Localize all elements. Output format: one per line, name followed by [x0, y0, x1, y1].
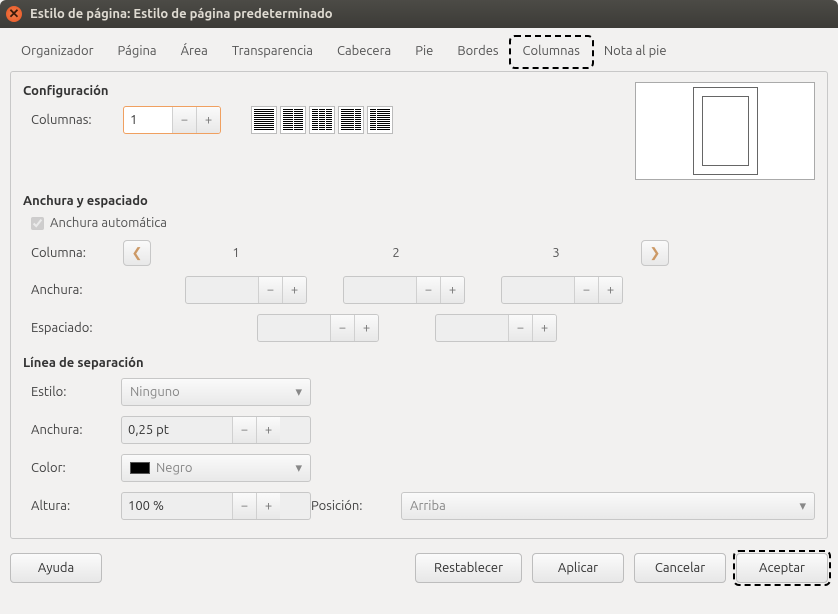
col-header-3: 3 — [481, 246, 631, 260]
columns-label: Columnas: — [31, 113, 113, 127]
apply-button[interactable]: Aplicar — [532, 553, 624, 583]
section-width-spacing: Anchura y espaciado — [23, 194, 815, 208]
tab-area[interactable]: Área — [170, 38, 219, 65]
spacing-label: Espaciado: — [31, 321, 113, 335]
minus-icon[interactable]: − — [574, 277, 598, 303]
caret-down-icon: ▾ — [295, 385, 302, 400]
dialog-footer: Ayuda Restablecer Aplicar Cancelar Acept… — [10, 553, 828, 583]
auto-width-input[interactable] — [31, 217, 44, 230]
minus-icon[interactable]: − — [258, 277, 282, 303]
columns-input[interactable] — [124, 107, 172, 133]
tab-cabecera[interactable]: Cabecera — [326, 38, 402, 65]
minus-icon[interactable]: − — [330, 315, 354, 341]
plus-icon[interactable]: + — [256, 493, 280, 519]
help-button[interactable]: Ayuda — [10, 553, 102, 583]
sep-position-dropdown[interactable]: Arriba▾ — [401, 492, 815, 520]
tabbar: Organizador Página Área Transparencia Ca… — [10, 38, 828, 65]
section-separator: Línea de separación — [23, 356, 815, 370]
minus-icon[interactable]: − — [416, 277, 440, 303]
columns-spin[interactable]: − + — [123, 106, 221, 134]
tab-bordes[interactable]: Bordes — [446, 38, 509, 65]
chevron-left-icon: ❮ — [132, 246, 143, 261]
col-header-2: 2 — [321, 246, 471, 260]
sep-color-dropdown[interactable]: Negro▾ — [121, 454, 311, 482]
close-icon[interactable]: ✕ — [6, 6, 22, 22]
minus-icon[interactable]: − — [508, 315, 532, 341]
column-header-label: Columna: — [31, 246, 113, 260]
preset-3col[interactable] — [309, 106, 335, 134]
spacing-2-spin[interactable]: −+ — [435, 314, 557, 342]
tab-pagina[interactable]: Página — [107, 38, 168, 65]
col-header-1: 1 — [161, 246, 311, 260]
page-preview — [635, 82, 815, 180]
spacing-1-spin[interactable]: −+ — [257, 314, 379, 342]
minus-icon[interactable]: − — [232, 417, 256, 443]
sep-style-label: Estilo: — [31, 385, 113, 399]
next-column-button[interactable]: ❯ — [641, 240, 669, 266]
sep-width-input[interactable] — [122, 417, 232, 443]
window-title: Estilo de página: Estilo de página prede… — [30, 7, 333, 21]
auto-width-checkbox[interactable]: Anchura automática — [31, 216, 815, 230]
minus-icon[interactable]: − — [172, 107, 196, 133]
caret-down-icon: ▾ — [799, 499, 806, 514]
section-config: Configuración — [23, 84, 635, 98]
plus-icon[interactable]: + — [256, 417, 280, 443]
spacing-1-input[interactable] — [258, 315, 330, 341]
width-label: Anchura: — [31, 283, 113, 297]
width-2-spin[interactable]: −+ — [343, 276, 465, 304]
plus-icon[interactable]: + — [354, 315, 378, 341]
tab-organizador[interactable]: Organizador — [10, 38, 105, 65]
sep-height-spin[interactable]: −+ — [121, 492, 311, 520]
column-presets — [251, 106, 393, 134]
preset-2col[interactable] — [280, 106, 306, 134]
preset-2col-left[interactable] — [338, 106, 364, 134]
preset-2col-right[interactable] — [367, 106, 393, 134]
sep-style-dropdown[interactable]: Ninguno▾ — [121, 378, 311, 406]
width-1-spin[interactable]: −+ — [185, 276, 307, 304]
preset-1col[interactable] — [251, 106, 277, 134]
sep-width-label: Anchura: — [31, 423, 113, 437]
tab-nota-al-pie[interactable]: Nota al pie — [593, 38, 678, 65]
width-3-spin[interactable]: −+ — [501, 276, 623, 304]
prev-column-button[interactable]: ❮ — [123, 240, 151, 266]
spacing-2-input[interactable] — [436, 315, 508, 341]
reset-button[interactable]: Restablecer — [415, 553, 522, 583]
width-3-input[interactable] — [502, 277, 574, 303]
caret-down-icon: ▾ — [295, 461, 302, 476]
width-2-input[interactable] — [344, 277, 416, 303]
plus-icon[interactable]: + — [196, 107, 220, 133]
plus-icon[interactable]: + — [440, 277, 464, 303]
tab-columnas[interactable]: Columnas — [512, 38, 591, 65]
sep-height-label: Altura: — [31, 499, 113, 513]
width-1-input[interactable] — [186, 277, 258, 303]
plus-icon[interactable]: + — [532, 315, 556, 341]
accept-button[interactable]: Aceptar — [736, 553, 828, 583]
chevron-right-icon: ❯ — [650, 246, 661, 261]
tab-pie[interactable]: Pie — [404, 38, 444, 65]
titlebar: ✕ Estilo de página: Estilo de página pre… — [0, 0, 838, 28]
sep-position-label: Posición: — [311, 499, 401, 513]
tab-transparencia[interactable]: Transparencia — [221, 38, 324, 65]
minus-icon[interactable]: − — [232, 493, 256, 519]
plus-icon[interactable]: + — [282, 277, 306, 303]
sep-height-input[interactable] — [122, 493, 232, 519]
color-swatch-icon — [130, 462, 150, 474]
sep-width-spin[interactable]: −+ — [121, 416, 311, 444]
tab-panel: Configuración Columnas: − + — [10, 71, 828, 539]
plus-icon[interactable]: + — [598, 277, 622, 303]
auto-width-label: Anchura automática — [50, 216, 167, 230]
cancel-button[interactable]: Cancelar — [634, 553, 726, 583]
sep-color-label: Color: — [31, 461, 113, 475]
